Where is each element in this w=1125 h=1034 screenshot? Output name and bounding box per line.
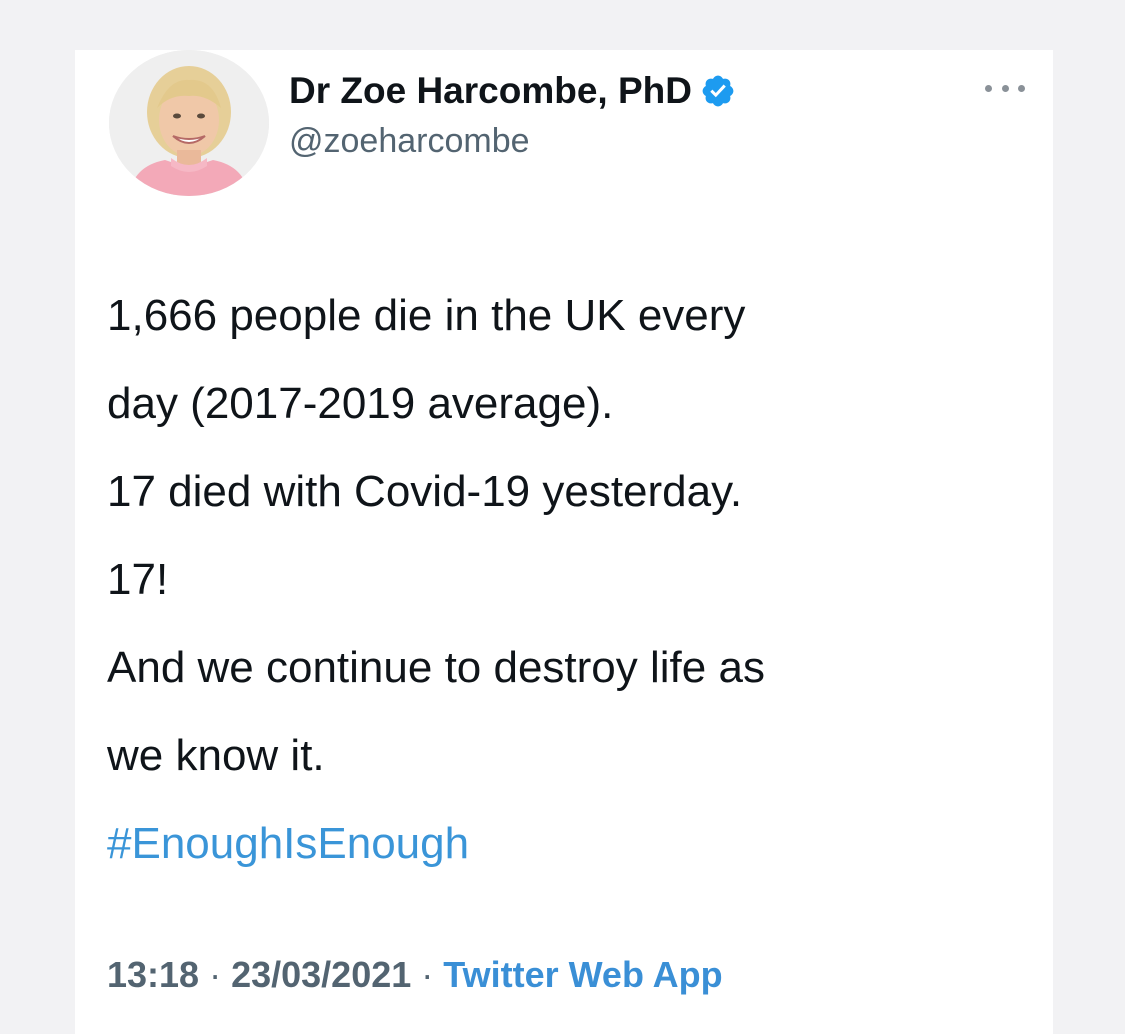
tweet-line: day (2017-2019 average). bbox=[107, 379, 614, 428]
dot bbox=[1018, 84, 1025, 92]
dot bbox=[985, 84, 992, 92]
tweet-line: 17! bbox=[107, 555, 169, 604]
tweet-date[interactable]: 23/03/2021 bbox=[231, 954, 411, 995]
tweet-text: 1,666 people die in the UK every day (20… bbox=[107, 272, 1037, 888]
tweet-line: we know it. bbox=[107, 731, 325, 780]
tweet-source[interactable]: Twitter Web App bbox=[443, 954, 722, 995]
more-options-icon[interactable] bbox=[985, 78, 1025, 98]
display-name[interactable]: Dr Zoe Harcombe, PhD bbox=[289, 70, 692, 112]
tweet-card: Dr Zoe Harcombe, PhD @zoeharcombe 1,666 … bbox=[75, 50, 1053, 1034]
separator: · bbox=[411, 954, 444, 995]
separator: · bbox=[199, 954, 232, 995]
avatar[interactable] bbox=[109, 50, 269, 196]
author-handle[interactable]: @zoeharcombe bbox=[289, 122, 530, 161]
tweet-time[interactable]: 13:18 bbox=[107, 954, 199, 995]
tweet-meta: 13:18 · 23/03/2021 · Twitter Web App bbox=[107, 954, 723, 996]
author-name-row[interactable]: Dr Zoe Harcombe, PhD bbox=[289, 68, 736, 114]
hashtag-link[interactable]: #EnoughIsEnough bbox=[107, 800, 1037, 888]
profile-photo bbox=[109, 50, 269, 196]
tweet-line: And we continue to destroy life as bbox=[107, 643, 765, 692]
dot bbox=[1001, 84, 1009, 92]
verified-badge-icon bbox=[700, 73, 736, 109]
tweet-line: 17 died with Covid-19 yesterday. bbox=[107, 467, 743, 516]
tweet-line: 1,666 people die in the UK every bbox=[107, 291, 746, 340]
